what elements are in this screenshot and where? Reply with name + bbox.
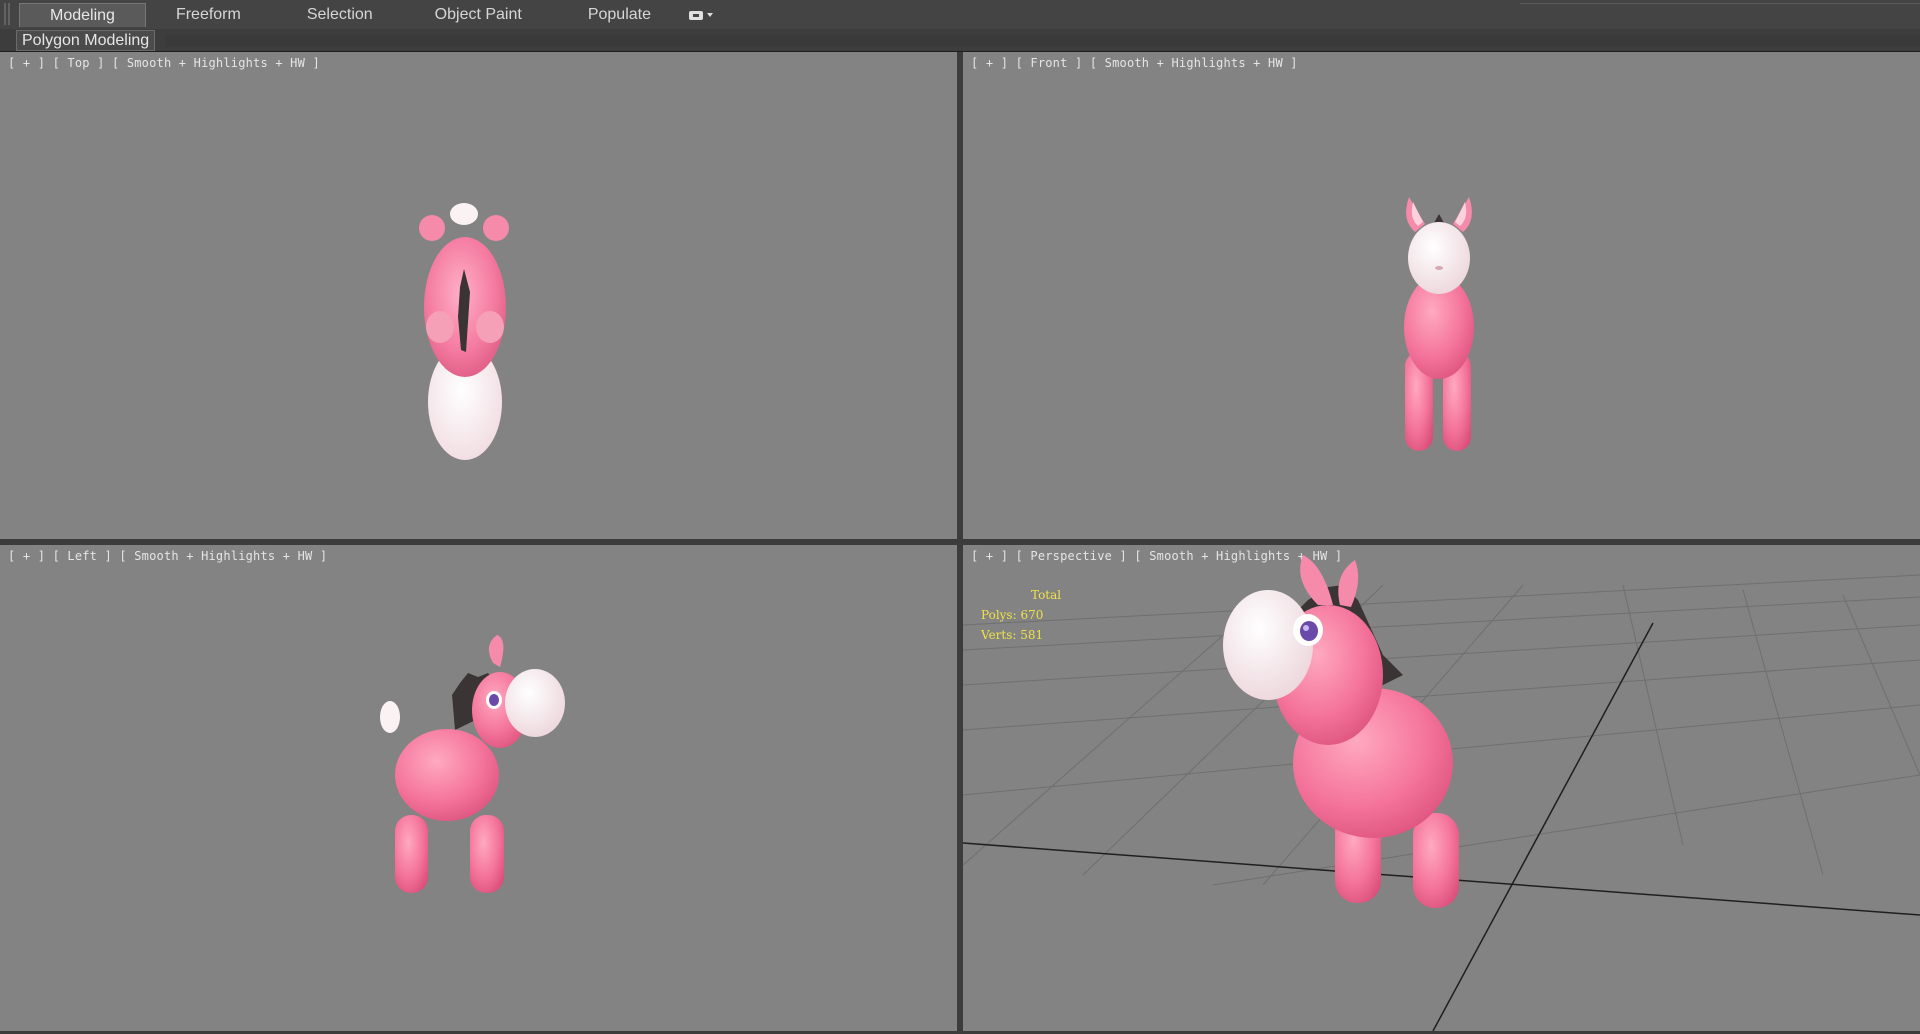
perspective-scene[interactable]: [963, 545, 1920, 1031]
display-toggle-icon: [689, 10, 703, 20]
viewport-layout: [ + ] [ Top ] [ Smooth + Highlights + HW…: [0, 52, 1920, 1034]
tab-object-paint[interactable]: Object Paint: [399, 3, 552, 27]
tab-freeform[interactable]: Freeform: [146, 3, 271, 27]
pony-model-top-view[interactable]: [0, 52, 957, 539]
tab-modeling[interactable]: Modeling: [19, 3, 146, 27]
polygon-modeling-panel-button[interactable]: Polygon Modeling: [16, 30, 156, 51]
ribbon-tabs: Modeling Freeform Selection Object Paint…: [19, 3, 725, 28]
ribbon-tab-bar: Modeling Freeform Selection Object Paint…: [0, 0, 1920, 30]
viewport-left[interactable]: [ + ] [ Left ] [ Smooth + Highlights + H…: [0, 545, 957, 1031]
viewport-front[interactable]: [ + ] [ Front ] [ Smooth + Highlights + …: [963, 52, 1920, 539]
chevron-down-icon: [707, 13, 713, 17]
viewport-perspective[interactable]: [ + ] [ Perspective ] [ Smooth + Highlig…: [963, 545, 1920, 1031]
pony-model-front-view[interactable]: [963, 52, 1920, 539]
ribbon-panel-bar: [165, 35, 1920, 47]
tab-populate[interactable]: Populate: [552, 3, 677, 27]
pony-model-left-view[interactable]: [0, 545, 957, 1031]
ribbon-divider: [1520, 3, 1920, 4]
ribbon-panel: Polygon Modeling: [0, 29, 1920, 52]
pony-model-perspective: [1223, 555, 1459, 908]
ribbon-grip-handle[interactable]: [4, 3, 10, 25]
tab-selection[interactable]: Selection: [271, 3, 399, 27]
viewport-top[interactable]: [ + ] [ Top ] [ Smooth + Highlights + HW…: [0, 52, 957, 539]
ribbon-options-button[interactable]: [677, 3, 725, 27]
